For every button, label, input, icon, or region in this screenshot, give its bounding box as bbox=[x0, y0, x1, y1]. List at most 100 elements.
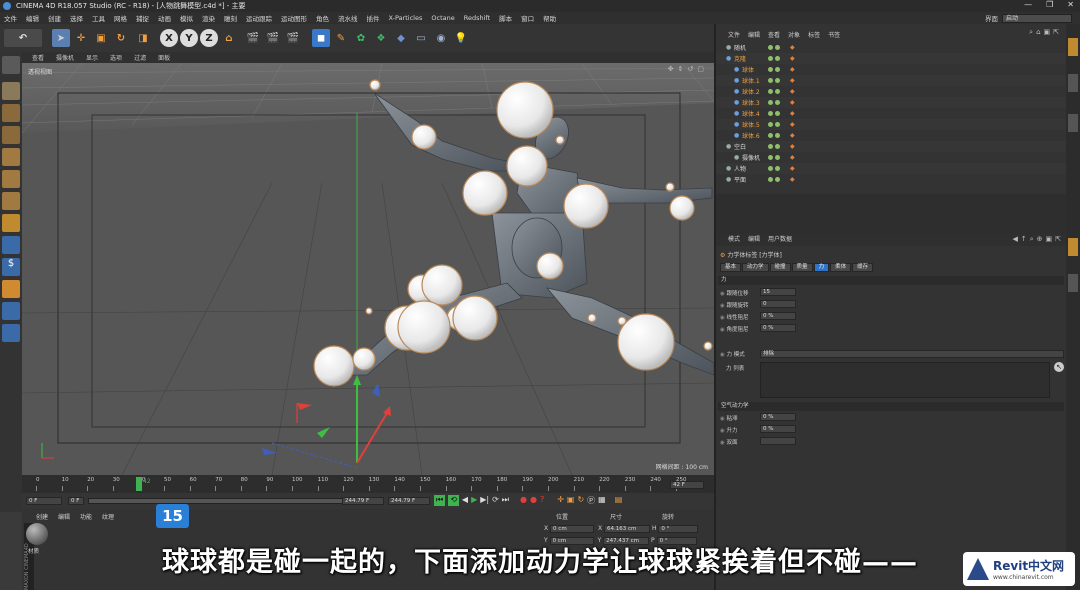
autokey-icon[interactable]: ● bbox=[530, 495, 537, 506]
prev-key-icon[interactable]: ⟲ bbox=[448, 495, 459, 506]
subdivision-icon[interactable]: ✿ bbox=[352, 29, 370, 47]
attributes-tab[interactable]: 碰撞 bbox=[769, 263, 791, 272]
structure-tab[interactable] bbox=[1068, 114, 1078, 132]
om-menu-item[interactable]: 查看 bbox=[768, 30, 780, 39]
edges-mode-icon[interactable] bbox=[2, 170, 20, 188]
visibility-dots[interactable] bbox=[768, 155, 780, 160]
lock-icon[interactable] bbox=[2, 302, 20, 320]
object-row[interactable]: ● 球体.5 ◆ bbox=[716, 119, 1068, 130]
editor-visibility-dot[interactable] bbox=[768, 78, 773, 83]
tag-icon[interactable]: ◆ bbox=[790, 154, 795, 161]
render-settings-icon[interactable]: 🎬 bbox=[284, 29, 302, 47]
object-row[interactable]: ● 摄像机 ◆ bbox=[716, 152, 1068, 163]
om-menu-item[interactable]: 编辑 bbox=[748, 30, 760, 39]
material-menu-item[interactable]: 纹理 bbox=[102, 512, 114, 521]
attributes-tab[interactable]: 柔体 bbox=[830, 263, 852, 272]
tag-icon[interactable]: ◆ bbox=[790, 143, 795, 150]
grid-icon[interactable] bbox=[2, 324, 20, 342]
z-axis-icon[interactable]: Z bbox=[200, 29, 218, 47]
render-visibility-dot[interactable] bbox=[775, 133, 780, 138]
scale-tool-icon[interactable]: ▣ bbox=[92, 29, 110, 47]
material-menu-item[interactable]: 功能 bbox=[80, 512, 92, 521]
content-browser-tab[interactable] bbox=[1068, 74, 1078, 92]
menu-item[interactable]: 窗口 bbox=[521, 13, 534, 23]
snap-icon[interactable]: $ bbox=[2, 258, 20, 276]
scene-icon[interactable]: ▭ bbox=[412, 29, 430, 47]
timeline-window-icon[interactable]: ▤ bbox=[615, 495, 623, 506]
viewport-menu-item[interactable]: 选项 bbox=[110, 53, 122, 62]
rotate-tool-icon[interactable]: ↻ bbox=[112, 29, 130, 47]
parameter-field[interactable]: 15 bbox=[760, 288, 796, 296]
menu-item[interactable]: 捕捉 bbox=[136, 13, 149, 23]
visibility-dots[interactable] bbox=[768, 111, 780, 116]
tag-icon[interactable]: ◆ bbox=[790, 121, 795, 128]
menu-item[interactable]: 网格 bbox=[114, 13, 127, 23]
editor-visibility-dot[interactable] bbox=[768, 100, 773, 105]
texture-mode-icon[interactable] bbox=[2, 104, 20, 122]
editor-visibility-dot[interactable] bbox=[768, 67, 773, 72]
play-icon[interactable]: ▶ bbox=[471, 495, 477, 506]
editor-visibility-dot[interactable] bbox=[768, 56, 773, 61]
x-axis-icon[interactable]: X bbox=[160, 29, 178, 47]
timeline-playhead[interactable] bbox=[136, 477, 142, 491]
viewport-menu-item[interactable]: 摄像机 bbox=[56, 53, 74, 62]
editor-visibility-dot[interactable] bbox=[768, 122, 773, 127]
key-rotation-icon[interactable]: ↻ bbox=[577, 495, 584, 506]
render-view-icon[interactable]: 🎬 bbox=[244, 29, 262, 47]
pen-icon[interactable]: ✎ bbox=[332, 29, 350, 47]
parameter-field[interactable]: 0 bbox=[760, 300, 796, 308]
key-pla-icon[interactable]: ▦ bbox=[598, 495, 606, 506]
editor-visibility-dot[interactable] bbox=[768, 144, 773, 149]
render-picture-icon[interactable]: 🎬 bbox=[264, 29, 282, 47]
om-menu-item[interactable]: 文件 bbox=[728, 30, 740, 39]
render-visibility-dot[interactable] bbox=[775, 166, 780, 171]
parameter-field[interactable]: 0 % bbox=[760, 324, 796, 332]
menu-item[interactable]: 运动图形 bbox=[281, 13, 307, 23]
render-visibility-dot[interactable] bbox=[775, 122, 780, 127]
visibility-dots[interactable] bbox=[768, 100, 780, 105]
move-tool-icon[interactable]: ✛ bbox=[72, 29, 90, 47]
editor-visibility-dot[interactable] bbox=[768, 155, 773, 160]
tag-icon[interactable]: ◆ bbox=[790, 132, 795, 139]
tag-icon[interactable]: ◆ bbox=[790, 66, 795, 73]
render-visibility-dot[interactable] bbox=[775, 100, 780, 105]
goto-end-icon[interactable]: ⏭ bbox=[502, 495, 509, 506]
menu-item[interactable]: 角色 bbox=[316, 13, 329, 23]
visibility-dots[interactable] bbox=[768, 89, 780, 94]
next-key-icon[interactable]: ⟳ bbox=[492, 495, 499, 506]
object-row[interactable]: ● 人物 ◆ bbox=[716, 163, 1068, 174]
start-frame-field[interactable]: 0 F bbox=[26, 497, 62, 505]
menu-item[interactable]: 模拟 bbox=[180, 13, 193, 23]
timeline[interactable]: 0102030405060708090100110120130140150160… bbox=[22, 475, 714, 493]
key-scale-icon[interactable]: ▣ bbox=[567, 495, 575, 506]
attributes-tab[interactable]: 缓存 bbox=[852, 263, 874, 272]
axis-mode-icon[interactable] bbox=[2, 214, 20, 232]
visibility-dots[interactable] bbox=[768, 122, 780, 127]
om-search-icons[interactable]: ⌕⌂▣⇱ bbox=[1029, 28, 1062, 37]
recent-tool-icon[interactable]: ◨ bbox=[134, 29, 152, 47]
object-row[interactable]: ● 球体.1 ◆ bbox=[716, 75, 1068, 86]
object-row[interactable]: ● 球体.3 ◆ bbox=[716, 97, 1068, 108]
menu-item[interactable]: 雕刻 bbox=[224, 13, 237, 23]
range-slider[interactable] bbox=[88, 498, 384, 504]
tag-icon[interactable]: ◆ bbox=[790, 55, 795, 62]
visibility-dots[interactable] bbox=[768, 133, 780, 138]
menu-item[interactable]: 流水线 bbox=[338, 13, 358, 23]
editor-visibility-dot[interactable] bbox=[768, 166, 773, 171]
object-row[interactable]: ● 球体.2 ◆ bbox=[716, 86, 1068, 97]
menu-item[interactable]: 文件 bbox=[4, 13, 17, 23]
menu-item[interactable]: 编辑 bbox=[26, 13, 39, 23]
parameter-field[interactable]: 0 % bbox=[760, 413, 796, 421]
parameter-field[interactable] bbox=[760, 437, 796, 445]
viewport-menu-item[interactable]: 查看 bbox=[32, 53, 44, 62]
frame-readout[interactable]: 42 F bbox=[670, 481, 704, 489]
render-visibility-dot[interactable] bbox=[775, 155, 780, 160]
menu-item[interactable]: Redshift bbox=[464, 14, 490, 22]
undo-icon[interactable]: ↶ bbox=[4, 29, 42, 47]
render-visibility-dot[interactable] bbox=[775, 45, 780, 50]
editor-visibility-dot[interactable] bbox=[768, 89, 773, 94]
editor-visibility-dot[interactable] bbox=[768, 111, 773, 116]
tag-icon[interactable]: ◆ bbox=[790, 44, 795, 51]
render-visibility-dot[interactable] bbox=[775, 89, 780, 94]
pos-x-field[interactable]: 0 cm bbox=[550, 525, 595, 533]
